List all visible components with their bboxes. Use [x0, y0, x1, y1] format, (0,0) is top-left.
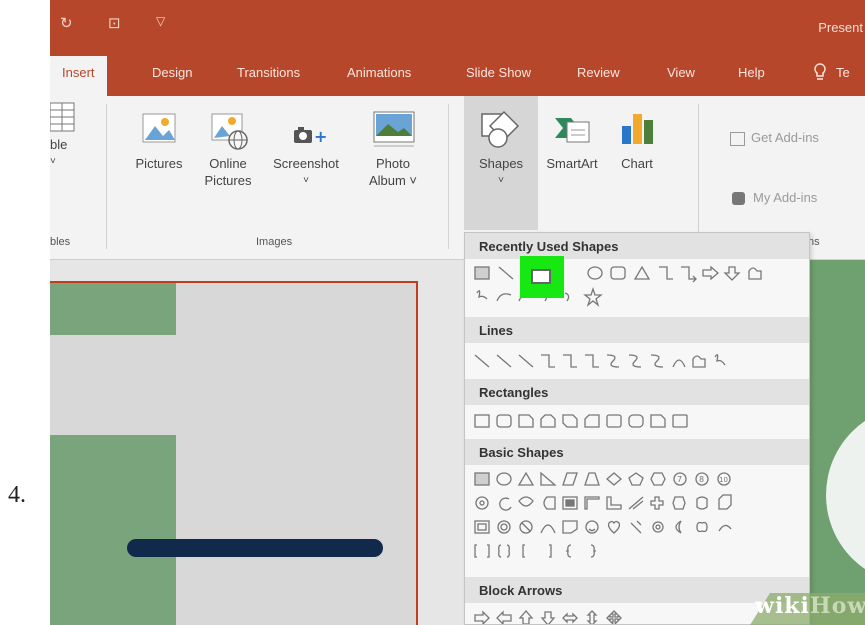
- tab-design[interactable]: Design: [152, 65, 192, 80]
- smartart-icon: [555, 118, 590, 143]
- pictures-label: Pictures: [135, 156, 183, 171]
- rectangle-shapes-icons: [474, 414, 688, 428]
- section-recently-used-shapes: Recently Used Shapes: [465, 233, 809, 259]
- smartart-label: SmartArt: [546, 156, 598, 171]
- puzzle-icon: [732, 192, 745, 206]
- pictures-icon: [142, 113, 176, 143]
- smartart-button[interactable]: SmartArt: [540, 108, 604, 172]
- wikihow-logo: wikiHow: [755, 593, 865, 619]
- highlighted-rectangle-shape[interactable]: [520, 256, 564, 298]
- chart-button[interactable]: Chart: [610, 108, 664, 172]
- online-pictures-button[interactable]: Online Pictures: [198, 108, 258, 189]
- shapes-label: Shapes: [478, 156, 524, 171]
- tab-view[interactable]: View: [667, 65, 695, 80]
- my-addins-button[interactable]: My Add-ins: [732, 190, 818, 206]
- svg-text:8: 8: [699, 475, 704, 484]
- chevron-down-icon: ˅: [303, 175, 309, 186]
- photo-album-icon: [373, 111, 415, 147]
- ribbon-separator: [698, 104, 699, 249]
- pictures-button[interactable]: Pictures: [128, 108, 190, 172]
- my-addins-label: My Add-ins: [753, 190, 818, 205]
- section-lines: Lines: [465, 317, 809, 343]
- tab-insert[interactable]: Insert: [50, 56, 107, 96]
- rectangle-shape-icon: [531, 269, 551, 284]
- present-icon[interactable]: ⊡: [108, 14, 121, 32]
- online-pictures-icon: [211, 113, 248, 150]
- photo-album-label-2: Album ˅: [368, 173, 418, 188]
- camera-icon: +: [294, 127, 327, 146]
- slide-navy-bar-shape[interactable]: [127, 539, 383, 557]
- get-addins-label: Get Add-ins: [751, 130, 819, 145]
- table-icon: [50, 102, 75, 132]
- slide-green-block: [50, 435, 176, 625]
- customize-qat-icon[interactable]: ▽: [156, 14, 165, 28]
- basic-shapes-rows[interactable]: 7 8 10: [471, 471, 801, 558]
- ribbon-separator: [448, 104, 449, 249]
- screenshot-button[interactable]: + Screenshot ˅: [268, 108, 344, 189]
- chevron-down-icon: ˅: [50, 156, 56, 167]
- tab-review[interactable]: Review: [577, 65, 620, 80]
- shapes-button[interactable]: Shapes ˅: [464, 108, 538, 189]
- ribbon-separator: [106, 104, 107, 249]
- screenshot-stage: 4. ↻ ⊡ ▽ Present Insert Design Transitio…: [0, 0, 865, 625]
- slide-green-block: [50, 283, 176, 335]
- wikihow-logo-how: How: [809, 593, 865, 619]
- shapes-gallery-dropdown: Recently Used Shapes Lines Rectangles Ba…: [464, 232, 810, 625]
- redo-icon[interactable]: ↻: [60, 14, 73, 32]
- step-number: 4.: [8, 482, 26, 508]
- tab-transitions[interactable]: Transitions: [237, 65, 300, 80]
- slide-canvas[interactable]: [50, 281, 418, 625]
- screenshot-label: Screenshot: [273, 156, 339, 171]
- online-pictures-label-2: Pictures: [204, 173, 252, 188]
- lightbulb-icon[interactable]: [812, 62, 828, 86]
- bar-chart-icon: [622, 114, 653, 144]
- group-label-tables: bles: [50, 236, 71, 248]
- online-pictures-label-1: Online: [209, 156, 247, 171]
- ribbon-tabs: Insert Design Transitions Animations Sli…: [50, 48, 865, 96]
- lines-row[interactable]: [471, 351, 801, 373]
- svg-text:+: +: [314, 127, 326, 146]
- photo-album-label-1: Photo: [376, 156, 410, 171]
- section-basic-shapes: Basic Shapes: [465, 439, 809, 465]
- table-label: ble: [50, 137, 68, 152]
- window-title: Present: [818, 20, 863, 35]
- rectangles-row[interactable]: [471, 411, 801, 433]
- wikihow-logo-wiki: wiki: [755, 593, 810, 619]
- title-bar: ↻ ⊡ ▽ Present: [50, 0, 865, 48]
- shapes-icon: [481, 110, 520, 148]
- svg-text:10: 10: [719, 476, 728, 484]
- powerpoint-window: ↻ ⊡ ▽ Present Insert Design Transitions …: [50, 0, 865, 625]
- tab-help[interactable]: Help: [738, 65, 765, 80]
- group-label-images: Images: [256, 236, 293, 248]
- chevron-down-icon: ˅: [498, 175, 504, 186]
- tab-animations[interactable]: Animations: [347, 65, 411, 80]
- tab-tell-me[interactable]: Te: [836, 65, 850, 80]
- store-icon: [730, 131, 745, 146]
- basic-shapes-icons: 7 8 10: [474, 471, 732, 558]
- photo-album-button[interactable]: Photo Album ˅: [360, 108, 426, 189]
- section-rectangles: Rectangles: [465, 379, 809, 405]
- line-shapes-icons: [474, 354, 726, 368]
- table-button[interactable]: ble ˅: [50, 102, 80, 170]
- chart-label: Chart: [621, 156, 653, 171]
- svg-text:7: 7: [677, 475, 682, 484]
- tab-slide-show[interactable]: Slide Show: [466, 65, 531, 80]
- get-addins-button[interactable]: Get Add-ins: [730, 130, 819, 146]
